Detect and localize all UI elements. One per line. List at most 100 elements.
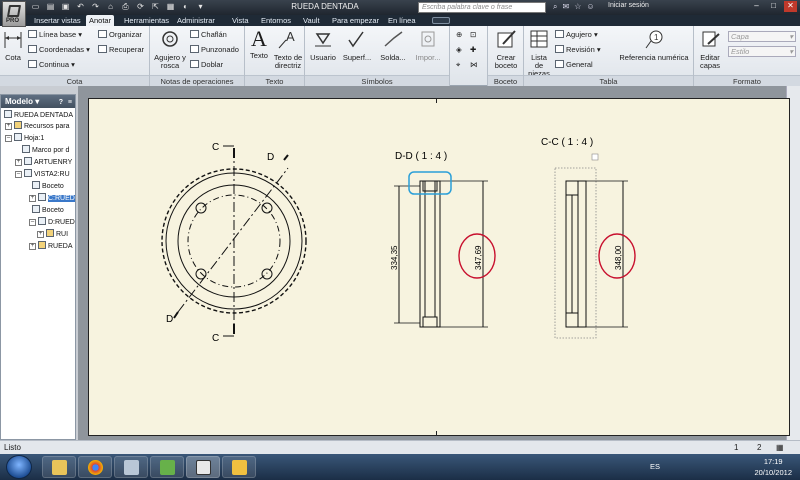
soldadura-button[interactable]: Solda... xyxy=(377,28,409,62)
status-grid-icon[interactable]: ▦ xyxy=(776,441,784,454)
general-table-button[interactable]: General xyxy=(555,60,593,69)
tree-node-part2[interactable]: RUEDA xyxy=(38,241,73,252)
layer-select[interactable]: Capa ▾ xyxy=(728,31,796,42)
expand-icon[interactable]: + xyxy=(29,195,36,202)
collapse-icon[interactable]: – xyxy=(15,171,22,178)
linea-base-button[interactable]: Línea base ▾ xyxy=(28,30,82,39)
tab-administrar[interactable]: Administrar xyxy=(174,15,218,26)
collapse-icon[interactable]: – xyxy=(5,135,12,142)
collapse-icon[interactable]: – xyxy=(29,219,36,226)
redo-icon[interactable]: ↷ xyxy=(90,2,101,12)
taskbar-chrome[interactable] xyxy=(78,456,112,478)
agujero-table-button[interactable]: Agujero ▾ xyxy=(555,30,598,39)
cota-button[interactable]: Cota xyxy=(2,28,24,62)
taskbar-app[interactable] xyxy=(222,456,256,478)
help-search-input[interactable]: Escriba palabra clave o frase xyxy=(418,2,546,13)
revision-table-button[interactable]: Revisión ▾ xyxy=(555,45,601,54)
taskbar-network[interactable] xyxy=(150,456,184,478)
taskbar-explorer[interactable] xyxy=(42,456,76,478)
feature-control-icon[interactable]: ⊕ xyxy=(456,30,462,39)
superficie-button[interactable]: Superf... xyxy=(341,28,373,62)
dimension-334[interactable]: 334,35 xyxy=(390,245,399,270)
chaflan-button[interactable]: Chaflán xyxy=(190,30,227,39)
browser-header[interactable]: Modelo ▾? ≡ xyxy=(1,95,75,108)
tree-node-border[interactable]: Marco por d xyxy=(22,145,69,156)
centerline-icon[interactable]: ✚ xyxy=(470,45,476,54)
tab-herramientas[interactable]: Herramientas xyxy=(121,15,172,26)
tree-node-part1[interactable]: RUI xyxy=(46,229,68,240)
search-icon[interactable]: ⌕ xyxy=(553,2,557,12)
page-tab-1[interactable]: 1 xyxy=(734,441,738,454)
editar-capas-button[interactable]: Editar capas xyxy=(696,28,724,70)
datum-icon[interactable]: ⊡ xyxy=(470,30,476,39)
usuario-button[interactable]: Usuario xyxy=(308,28,338,62)
tree-node-sketch1[interactable]: Boceto xyxy=(32,181,64,192)
tree-node-section-c[interactable]: C:RUED xyxy=(38,193,75,204)
maximize-button[interactable]: □ xyxy=(767,1,780,12)
system-clock[interactable]: 17:19 20/10/2012 xyxy=(754,456,792,478)
minimize-button[interactable]: – xyxy=(750,1,763,12)
tree-node-sketch2[interactable]: Boceto xyxy=(32,205,64,216)
new-icon[interactable]: ▭ xyxy=(30,2,41,12)
signin-link[interactable]: Iniciar sesión xyxy=(608,2,649,9)
close-button[interactable]: ✕ xyxy=(784,1,797,12)
tab-entornos[interactable]: Entornos xyxy=(258,15,294,26)
page-tab-2[interactable]: 2 xyxy=(757,441,761,454)
tab-en-linea[interactable]: En línea xyxy=(385,15,419,26)
lista-piezas-button[interactable]: Lista de piezas xyxy=(526,28,552,78)
gear-view[interactable]: C C D D xyxy=(161,142,307,344)
select-icon[interactable]: ⇱ xyxy=(150,2,161,12)
coordenadas-button[interactable]: Coordenadas ▾ xyxy=(28,45,90,54)
home-icon[interactable]: ⌂ xyxy=(105,2,116,12)
dimension-348[interactable]: 348,00 xyxy=(614,245,623,270)
section-view-d[interactable]: D-D ( 1 : 4 ) 334,35 347,69 xyxy=(390,151,496,328)
texto-button[interactable]: A Texto xyxy=(247,28,271,60)
agujero-rosca-button[interactable]: Agujero y rosca xyxy=(152,28,188,70)
bisector-icon[interactable]: ⋈ xyxy=(470,60,478,69)
section-view-c[interactable]: C-C ( 1 : 4 ) 348,00 xyxy=(541,137,636,339)
star-icon[interactable]: ☆ xyxy=(574,2,581,12)
recuperar-button[interactable]: Recuperar xyxy=(98,45,144,54)
taskbar-inventor[interactable] xyxy=(186,456,220,478)
tree-node-resources[interactable]: Recursos para xyxy=(14,121,70,132)
material-icon[interactable]: ◐ xyxy=(180,2,191,12)
doblar-button[interactable]: Doblar xyxy=(190,60,223,69)
open-icon[interactable]: ▤ xyxy=(45,2,56,12)
tab-insertar-vistas[interactable]: Insertar vistas xyxy=(31,15,84,26)
crear-boceto-button[interactable]: Crear boceto xyxy=(490,28,522,70)
expand-icon[interactable]: + xyxy=(15,159,22,166)
tab-vault[interactable]: Vault xyxy=(300,15,323,26)
measure-icon[interactable]: ▦ xyxy=(165,2,176,12)
language-indicator[interactable]: ES xyxy=(650,462,660,471)
ribbon-toggle-button[interactable] xyxy=(432,17,450,24)
undo-icon[interactable]: ↶ xyxy=(75,2,86,12)
punzonado-button[interactable]: Punzonado xyxy=(190,45,239,54)
help-icon[interactable]: ? xyxy=(59,96,63,109)
save-icon[interactable]: ▣ xyxy=(60,2,71,12)
expand-icon[interactable]: + xyxy=(5,123,12,130)
app-menu-button[interactable]: PRO xyxy=(2,1,26,27)
expand-icon[interactable]: + xyxy=(29,243,36,250)
view-grip[interactable] xyxy=(591,153,599,161)
datum-target-icon[interactable]: ◈ xyxy=(456,45,462,54)
referencia-numerica-button[interactable]: 1 Referencia numérica xyxy=(616,28,692,62)
style-select[interactable]: Estilo ▾ xyxy=(728,46,796,57)
tree-node-root[interactable]: RUEDA DENTADA xyxy=(4,110,73,121)
tree-node-view2[interactable]: VISTA2:RU xyxy=(24,169,70,180)
importar-button[interactable]: Impor... xyxy=(411,28,445,62)
tab-para-empezar[interactable]: Para empezar xyxy=(329,15,382,26)
continua-button[interactable]: Continua ▾ xyxy=(28,60,75,69)
organizar-button[interactable]: Organizar xyxy=(98,30,142,39)
taskbar-calculator[interactable] xyxy=(114,456,148,478)
print-icon[interactable]: ⎙ xyxy=(120,2,131,12)
tree-node-titleblock[interactable]: ARTUENRY xyxy=(24,157,72,168)
tree-node-sheet[interactable]: Hoja:1 xyxy=(14,133,44,144)
subscription-icon[interactable]: ✉ xyxy=(562,2,569,12)
tab-anotar[interactable]: Anotar xyxy=(86,15,115,26)
dimension-347[interactable]: 347,69 xyxy=(474,245,483,270)
qat-dropdown-icon[interactable]: ▾ xyxy=(195,2,206,12)
user-icon[interactable]: ☺ xyxy=(586,2,594,12)
update-icon[interactable]: ⟳ xyxy=(135,2,146,12)
center-mark-icon[interactable]: ⌖ xyxy=(456,60,460,70)
tree-node-section-d[interactable]: D:RUED xyxy=(38,217,75,228)
